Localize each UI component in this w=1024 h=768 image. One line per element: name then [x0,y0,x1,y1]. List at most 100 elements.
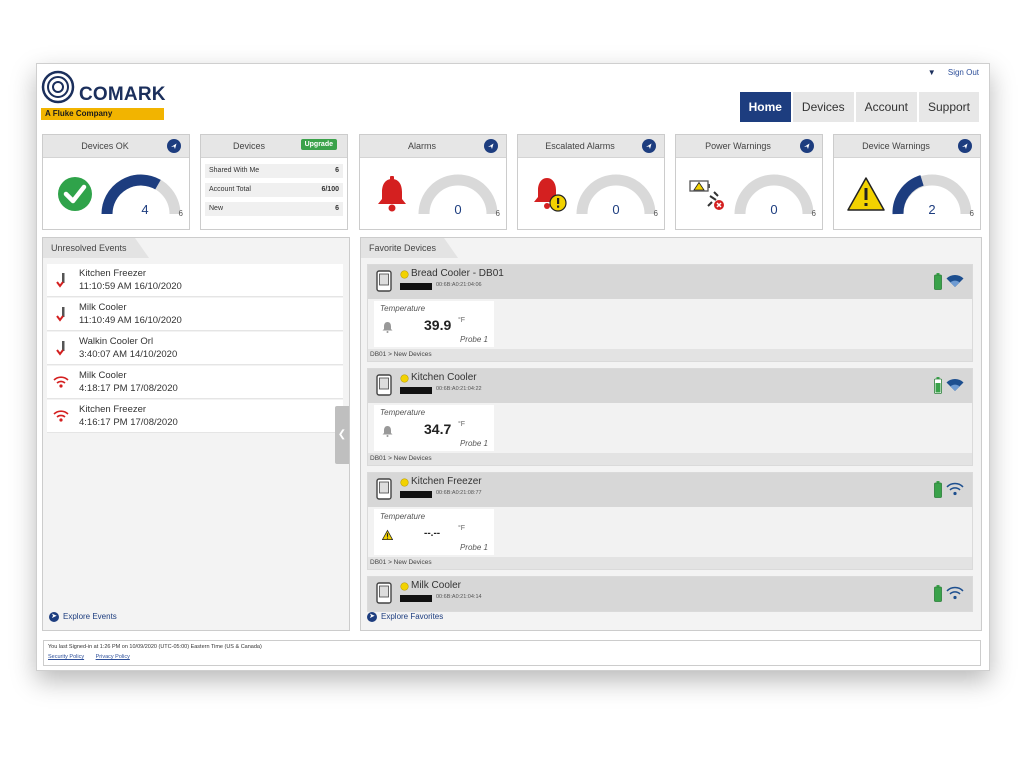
event-item[interactable]: Kitchen Freezer 4:16:17 PM 17/08/2020 [47,400,343,433]
temperature-icon [56,307,65,322]
device-card[interactable]: Kitchen Cooler 00:6B:A0:21:04:22 Tempera… [367,368,973,466]
widget-title: Device Warnings [862,141,930,151]
wifi-disconnected-icon [946,482,964,496]
device-serial: 00:6B:A0:21:04:06 [436,282,482,288]
gauge-count: 0 [454,202,462,217]
panel-title: Favorite Devices [361,238,459,258]
panel-title: Unresolved Events [43,238,149,258]
star-icon[interactable] [400,582,409,591]
arrow-circle-icon[interactable] [167,139,181,153]
devices-row: Shared With Me 6 [205,164,343,178]
device-name: Milk Cooler [411,580,462,591]
unresolved-events-panel: Unresolved Events Kitchen Freezer 11:10:… [42,237,350,631]
wifi-off-icon [53,410,69,422]
gauge-count: 2 [928,202,936,217]
arrow-circle-icon[interactable] [484,139,498,153]
device-card[interactable]: Milk Cooler 00:6B:A0:21:04:14 [367,576,973,612]
device-badge [400,283,432,290]
widget-title: Escalated Alarms [545,141,615,151]
device-path: DB01 > New Devices [368,349,972,361]
check-circle-icon [58,177,92,211]
comark-logo[interactable]: COMARK A Fluke Company [41,70,171,120]
device-icon [376,270,392,292]
battery-icon [934,585,942,602]
favorite-devices-panel: Favorite Devices Bread Cooler - DB01 00:… [360,237,982,631]
gauge-total: 6 [969,209,974,218]
devices-row: Account Total 6/100 [205,183,343,197]
bell-icon [382,322,393,333]
temperature-icon [56,341,65,356]
upgrade-button[interactable]: Upgrade [300,139,337,150]
comark-logo-icon [41,70,75,104]
last-signed-in: You last Signed-in at 1:26 PM on 10/09/2… [48,644,262,650]
collapse-panel-button[interactable]: ❮ [335,406,349,464]
reading-box: Temperature 39.9 °F Probe 1 [374,301,494,347]
chevron-down-icon[interactable]: ▼ [928,68,936,77]
widget-title: Power Warnings [705,141,771,151]
device-icon [376,582,392,604]
gauge-count: 4 [141,202,149,217]
wifi-icon [946,274,964,287]
footer-links: Security Policy Privacy Policy [48,654,140,660]
device-card[interactable]: Bread Cooler - DB01 00:6B:A0:21:04:06 Te… [367,264,973,362]
widget-escalated-alarms: Escalated Alarms 0 6 [517,134,665,230]
reading-box: Temperature 34.7 °F Probe 1 [374,405,494,451]
explore-favorites-link[interactable]: ➤ Explore Favorites [367,612,443,622]
tab-home[interactable]: Home [739,92,791,122]
device-badge [400,595,432,602]
star-icon[interactable] [400,270,409,279]
temperature-icon [56,273,65,288]
tab-account[interactable]: Account [855,92,917,122]
widget-devices: Devices Upgrade Shared With Me 6 Account … [200,134,348,230]
device-badge [400,387,432,394]
tab-devices[interactable]: Devices [792,92,854,122]
gauge-count: 0 [612,202,620,217]
gauge-total: 6 [495,209,500,218]
event-item[interactable]: Milk Cooler 4:18:17 PM 17/08/2020 [47,366,343,399]
wifi-icon [946,378,964,391]
arrow-circle-icon[interactable] [642,139,656,153]
arrow-circle-icon[interactable] [800,139,814,153]
gauge-count: 0 [770,202,778,217]
escalated-bell-icon [534,178,567,212]
user-menu: ▼ Sign Out [928,68,979,77]
widget-devices-ok: Devices OK 4 6 [42,134,190,230]
device-serial: 00:6B:A0:21:04:22 [436,386,482,392]
chevron-left-icon: ❮ [337,429,347,440]
event-item[interactable]: Milk Cooler 11:10:49 AM 16/10/2020 [47,298,343,331]
reading-value: 34.7 [424,421,452,437]
power-warning-icon [689,180,724,210]
device-path: DB01 > New Devices [368,453,972,465]
sign-out-link[interactable]: Sign Out [948,68,979,77]
warning-triangle-icon [847,177,885,211]
star-icon[interactable] [400,478,409,487]
event-item[interactable]: Walkin Cooler Orl 3:40:07 AM 14/10/2020 [47,332,343,365]
security-policy-link[interactable]: Security Policy [48,654,84,660]
explore-events-link[interactable]: ➤ Explore Events [49,612,117,622]
tab-support[interactable]: Support [918,92,979,122]
widget-title: Devices [232,141,265,151]
device-badge [400,491,432,498]
privacy-policy-link[interactable]: Privacy Policy [96,654,130,660]
event-item[interactable]: Kitchen Freezer 11:10:59 AM 16/10/2020 [47,264,343,297]
device-card[interactable]: Kitchen Freezer 00:6B:A0:21:08:77 Temper… [367,472,973,570]
battery-icon [934,377,942,394]
wifi-disconnected-icon [946,586,964,600]
arrow-circle-icon: ➤ [49,612,59,622]
device-path: DB01 > New Devices [368,557,972,569]
app-window: COMARK A Fluke Company ▼ Sign Out Home D… [36,63,990,671]
reading-box: Temperature --.-- °F Probe 1 [374,509,494,555]
bell-icon [378,176,406,212]
device-serial: 00:6B:A0:21:08:77 [436,490,482,496]
widget-power-warnings: Power Warnings 0 6 [675,134,823,230]
warning-triangle-icon [382,529,393,540]
bell-icon [382,426,393,437]
star-icon[interactable] [400,374,409,383]
widget-title: Alarms [407,141,436,151]
arrow-circle-icon[interactable] [958,139,972,153]
device-icon [376,374,392,396]
wifi-off-icon [53,376,69,388]
battery-icon [934,481,942,498]
device-name: Bread Cooler - DB01 [411,268,504,279]
gauge-total: 6 [653,209,658,218]
